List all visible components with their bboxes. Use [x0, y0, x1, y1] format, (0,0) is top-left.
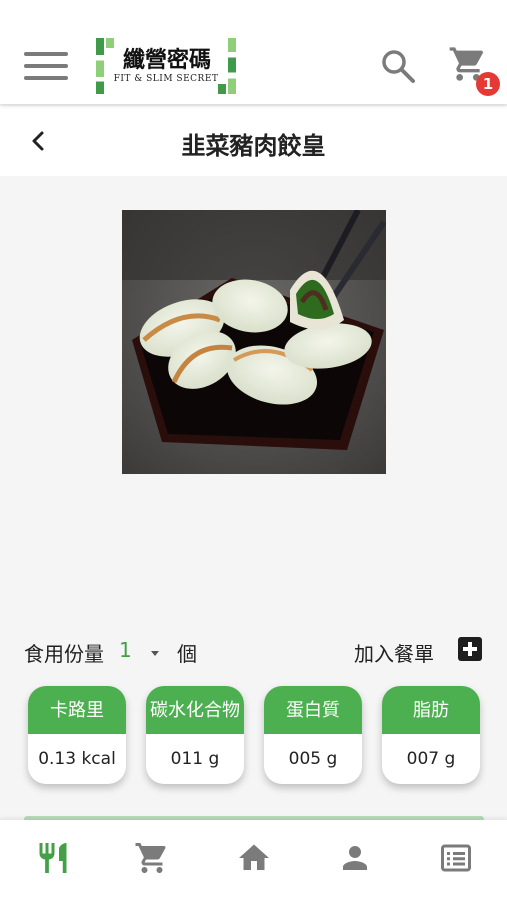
plus-square-icon[interactable] — [458, 637, 482, 661]
chevron-down-icon[interactable] — [148, 644, 162, 656]
title-bar: 韭菜豬肉餃皇 — [0, 106, 507, 176]
quantity-label: 食用份量 — [24, 642, 104, 666]
nutrition-label: 脂肪 — [382, 686, 480, 734]
app-logo[interactable]: 纖營密碼 FIT & SLIM SECRET — [96, 38, 236, 94]
person-icon[interactable] — [337, 840, 373, 876]
nutrition-value: 005 g — [288, 749, 338, 769]
nutrition-value: 011 g — [170, 749, 220, 769]
nutrition-card-fat: 脂肪 007 g — [382, 686, 480, 784]
search-icon[interactable] — [380, 48, 416, 84]
nutrition-value: 007 g — [406, 749, 456, 769]
quantity-row: 食用份量 1 個 加入餐單 — [0, 632, 507, 668]
add-to-menu-button[interactable]: 加入餐單 — [354, 638, 434, 667]
nutrition-card-carbs: 碳水化合物 011 g — [146, 686, 244, 784]
nutrition-card-calories: 卡路里 0.13 kcal — [28, 686, 126, 784]
cart-icon[interactable] — [134, 840, 170, 876]
nutrition-value: 0.13 kcal — [38, 749, 116, 769]
quantity-unit: 個 — [177, 642, 197, 666]
quantity-value[interactable]: 1 — [119, 638, 132, 662]
nutrition-label: 碳水化合物 — [146, 686, 244, 734]
app-bar: 纖營密碼 FIT & SLIM SECRET 1 — [0, 0, 507, 104]
logo-subtitle: FIT & SLIM SECRET — [113, 74, 219, 84]
nutrition-label: 卡路里 — [28, 686, 126, 734]
nutrition-cards: 卡路里 0.13 kcal 碳水化合物 011 g 蛋白質 005 g 脂肪 0… — [0, 686, 507, 786]
home-icon[interactable] — [236, 840, 272, 876]
fork-knife-icon[interactable] — [35, 840, 71, 876]
menu-icon[interactable] — [24, 50, 68, 82]
list-icon[interactable] — [438, 840, 474, 876]
product-image — [122, 210, 386, 474]
nutrition-label: 蛋白質 — [264, 686, 362, 734]
cart-count-badge: 1 — [476, 72, 500, 96]
page-title: 韭菜豬肉餃皇 — [181, 132, 326, 160]
logo-title: 纖營密碼 — [122, 47, 211, 73]
bottom-nav — [0, 820, 507, 900]
nutrition-card-protein: 蛋白質 005 g — [264, 686, 362, 784]
